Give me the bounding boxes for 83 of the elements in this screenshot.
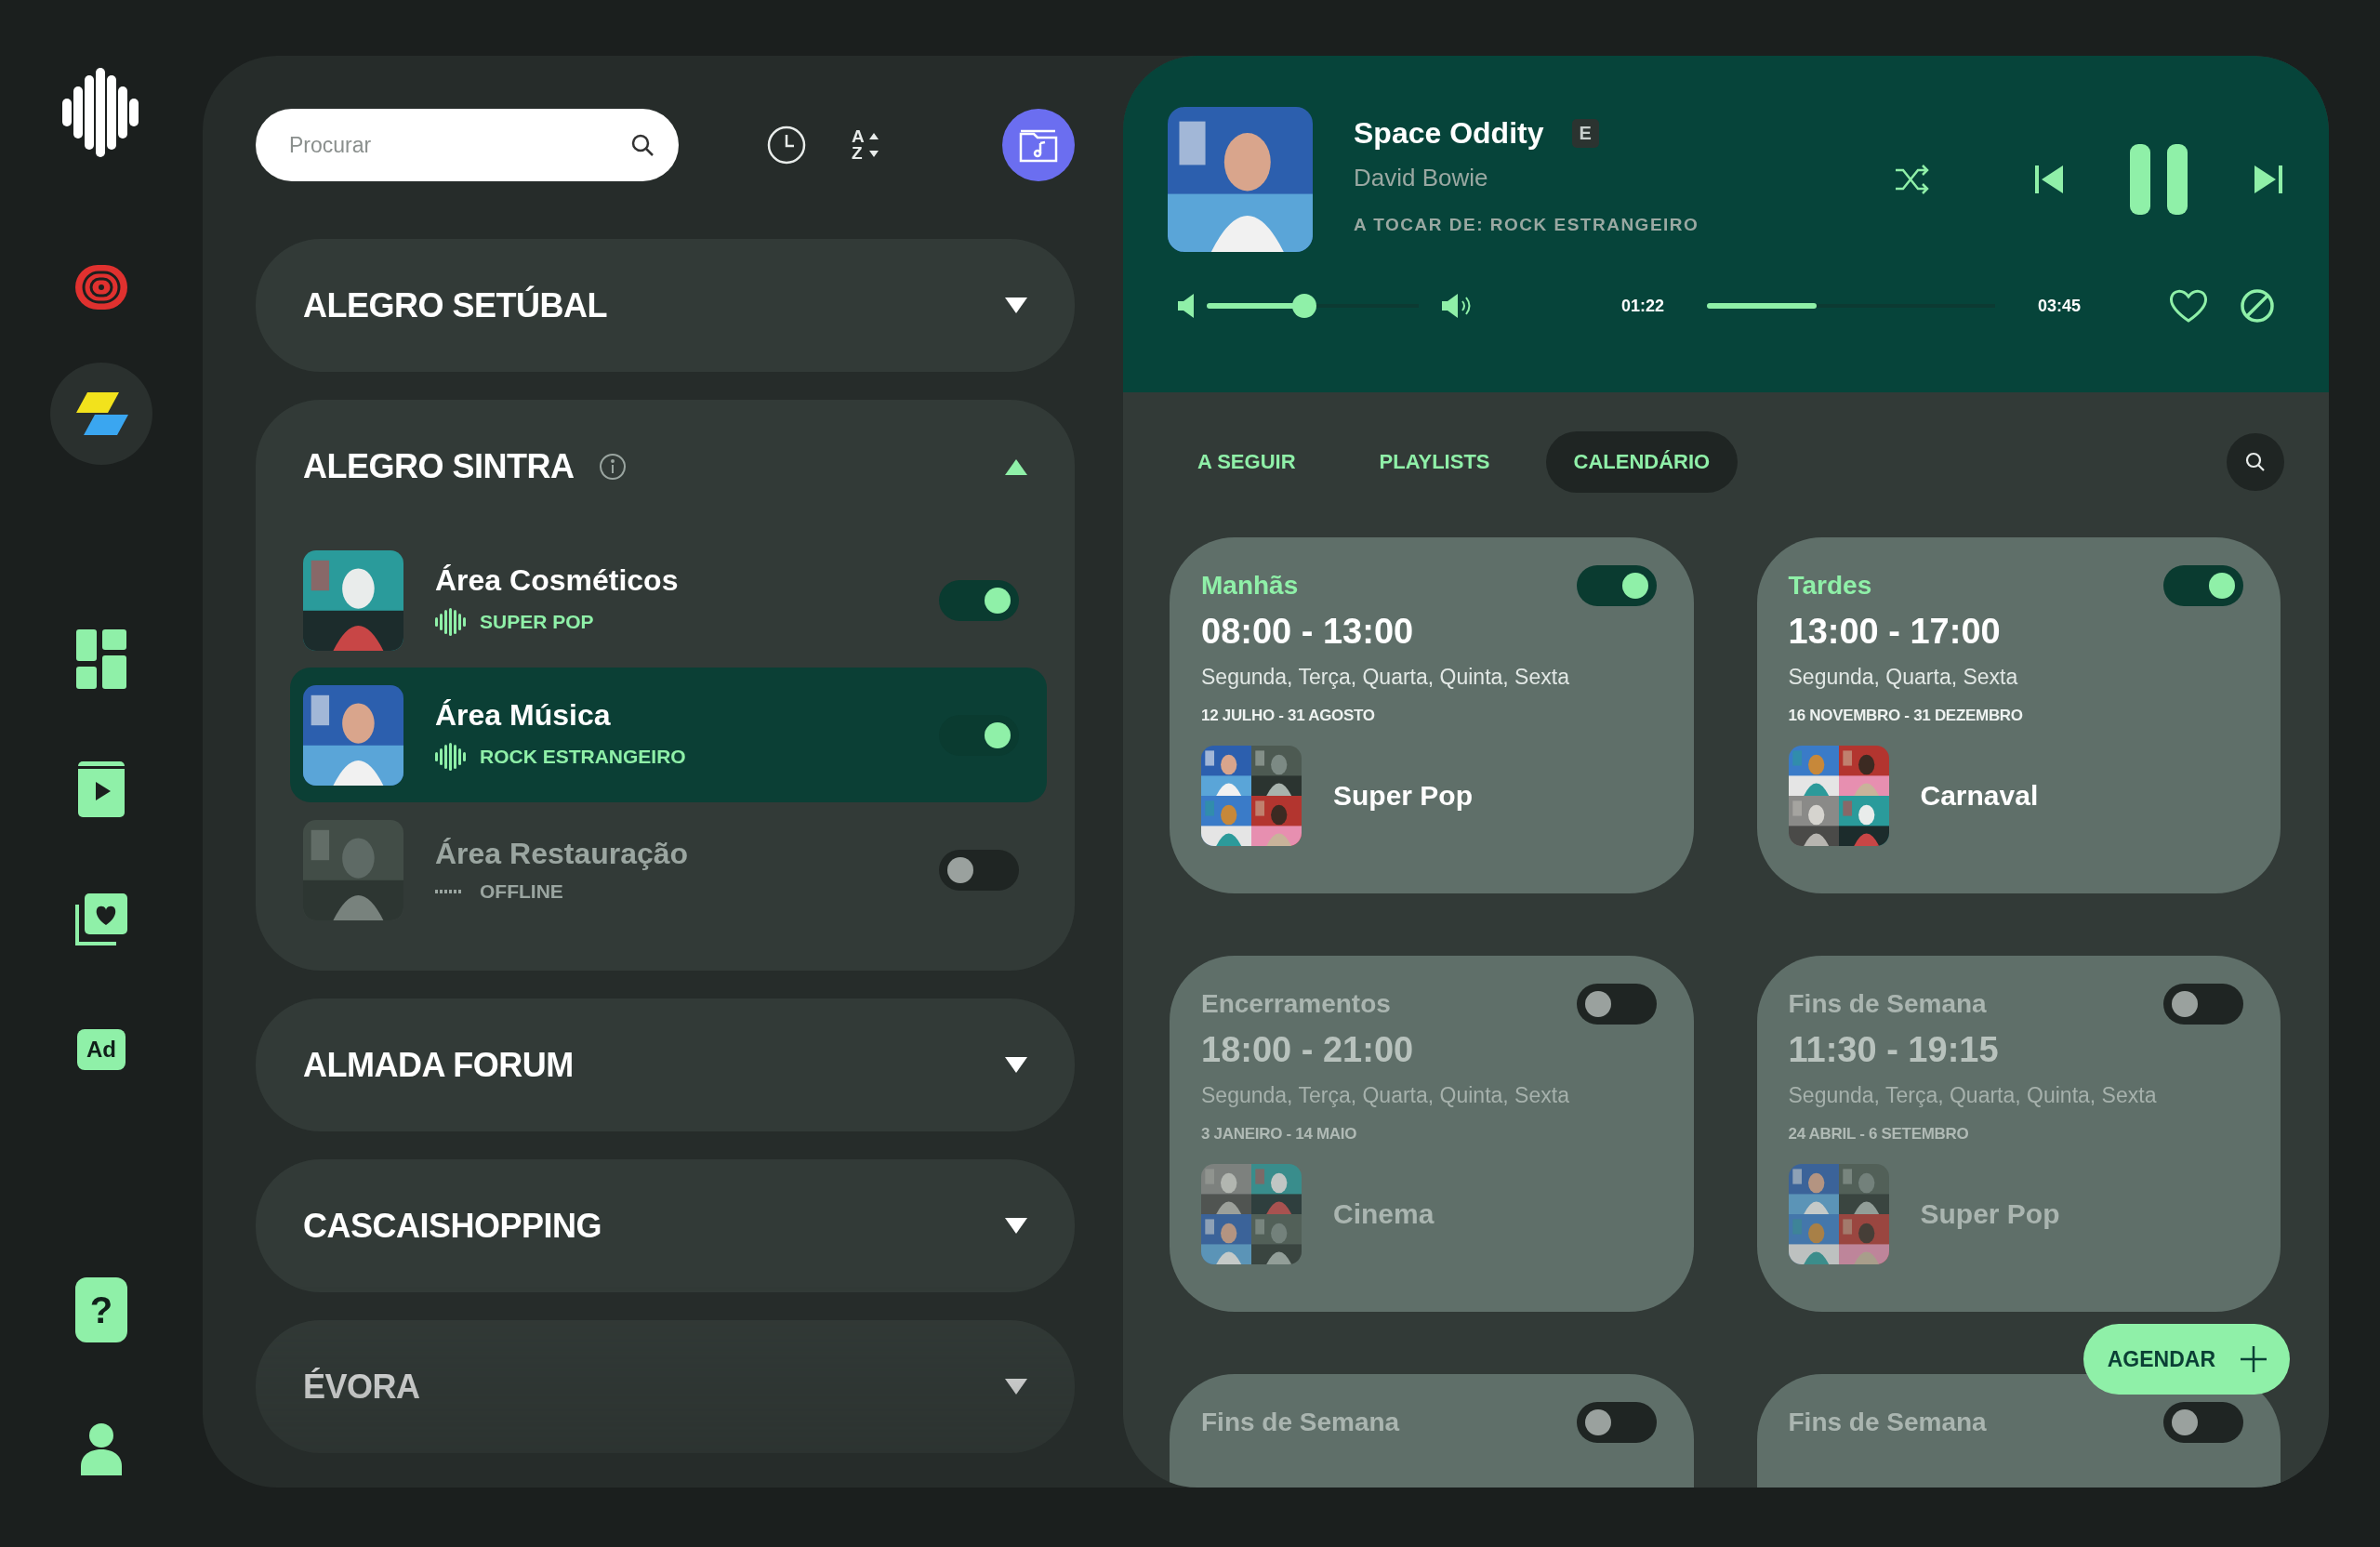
ad-icon[interactable]: Ad <box>77 1029 126 1070</box>
location-name: ALEGRO SINTRA <box>303 446 575 486</box>
caret-down-icon[interactable] <box>1004 1377 1028 1396</box>
video-icon[interactable] <box>78 761 125 817</box>
time-range: 11:30 - 19:15 <box>1788 1030 2000 1070</box>
search-icon[interactable] <box>630 133 654 157</box>
location-name: ALMADA FORUM <box>303 1045 574 1085</box>
schedule-name: Fins de Semana <box>1201 1408 1400 1437</box>
area-item[interactable]: Área Cosméticos SUPER POP <box>290 533 1047 668</box>
block-icon[interactable] <box>2240 288 2275 324</box>
waveform-icon <box>435 742 467 772</box>
heart-icon[interactable] <box>2169 288 2208 324</box>
playlist-name: Super Pop <box>1333 780 1473 812</box>
toggle-switch[interactable] <box>939 714 1019 756</box>
sort-button[interactable]: A Z <box>852 128 879 162</box>
toggle-switch[interactable] <box>2163 1402 2243 1443</box>
weekdays: Segunda, Terça, Quarta, Quinta, Sexta <box>1788 1083 2158 1108</box>
waveform-icon <box>435 607 467 637</box>
toggle-switch[interactable] <box>939 579 1019 621</box>
caret-down-icon[interactable] <box>1004 1216 1028 1236</box>
search-field[interactable]: Procurar <box>256 109 679 181</box>
time-range: 08:00 - 13:00 <box>1201 612 1415 652</box>
area-name: Área Restauração <box>435 837 690 871</box>
area-item[interactable]: Área Música ROCK ESTRANGEIRO <box>290 668 1047 802</box>
caret-down-icon[interactable] <box>1004 296 1028 315</box>
toggle-switch[interactable] <box>2163 565 2243 606</box>
favorites-icon[interactable] <box>73 892 129 947</box>
area-item[interactable]: Área Restauração OFFLINE <box>290 802 1047 937</box>
time-range: 18:00 - 21:00 <box>1201 1030 1415 1070</box>
schedule-button[interactable]: AGENDAR <box>2082 1324 2290 1395</box>
next-icon[interactable] <box>2253 164 2284 195</box>
playlist-name: Super Pop <box>1920 1198 2060 1230</box>
explicit-badge: E <box>1571 119 1599 148</box>
help-icon[interactable]: ? <box>75 1277 127 1342</box>
area-name: Área Música <box>435 698 612 733</box>
date-range: 16 NOVEMBRO - 31 DEZEMBRO <box>1788 707 2024 725</box>
tab[interactable]: CALENDÁRIO <box>1545 431 1739 493</box>
playlist-name: SUPER POP <box>480 611 594 633</box>
playlist-name: Cinema <box>1333 1198 1435 1230</box>
schedule-name: Fins de Semana <box>1788 1408 1987 1437</box>
weekdays: Segunda, Terça, Quarta, Quinta, Sexta <box>1201 1083 1570 1108</box>
playlist-name: ROCK ESTRANGEIRO <box>480 746 686 768</box>
info-icon[interactable] <box>598 452 627 481</box>
dashes-icon <box>435 890 461 893</box>
caret-down-icon[interactable] <box>1004 1055 1028 1075</box>
artist-name: David Bowie <box>1354 164 1489 192</box>
plus-icon <box>2240 1345 2268 1373</box>
toggle-switch[interactable] <box>1576 1402 1657 1443</box>
grid-icon[interactable] <box>76 629 126 689</box>
schedule-name: Fins de Semana <box>1788 989 1987 1019</box>
tab[interactable]: PLAYLISTS <box>1351 431 1518 493</box>
user-icon[interactable] <box>79 1423 124 1475</box>
location-name: ALEGRO SETÚBAL <box>303 285 607 325</box>
shuffle-icon[interactable] <box>1894 163 1931 196</box>
track-title: Space Oddity <box>1354 116 1544 151</box>
schedule-name: Tardes <box>1788 571 1872 601</box>
clock-icon[interactable] <box>766 125 807 165</box>
toggle-switch[interactable] <box>1576 565 1657 606</box>
pause-icon[interactable] <box>2130 144 2188 215</box>
volume-high-icon[interactable] <box>1441 292 1473 320</box>
schedule-name: Encerramentos <box>1201 989 1391 1019</box>
toggle-switch[interactable] <box>939 849 1019 891</box>
weekdays: Segunda, Quarta, Sexta <box>1788 665 2019 690</box>
schedule-name: Manhãs <box>1201 571 1299 601</box>
location-name: CASCAISHOPPING <box>303 1206 602 1246</box>
date-range: 24 ABRIL - 6 SETEMBRO <box>1788 1125 1970 1144</box>
tab[interactable]: A SEGUIR <box>1170 431 1324 493</box>
previous-icon[interactable] <box>2033 164 2065 195</box>
playlist-name: Carnaval <box>1920 780 2039 812</box>
location-name: ÉVORA <box>303 1367 420 1407</box>
duration-time: 03:45 <box>2038 296 2082 316</box>
elapsed-time: 01:22 <box>1621 296 1665 316</box>
toggle-switch[interactable] <box>2163 984 2243 1025</box>
weekdays: Segunda, Terça, Quarta, Quinta, Sexta <box>1201 665 1570 690</box>
playlist-name: OFFLINE <box>480 880 563 903</box>
slider-thumb[interactable] <box>1291 294 1316 318</box>
date-range: 12 JULHO - 31 AGOSTO <box>1201 707 1376 725</box>
search-icon <box>2245 452 2266 472</box>
area-name: Área Cosméticos <box>435 563 680 598</box>
date-range: 3 JANEIRO - 14 MAIO <box>1201 1125 1358 1144</box>
time-range: 13:00 - 17:00 <box>1788 612 2002 652</box>
toggle-switch[interactable] <box>1576 984 1657 1025</box>
playing-from-label: A TOCAR DE: ROCK ESTRANGEIRO <box>1354 215 1699 235</box>
